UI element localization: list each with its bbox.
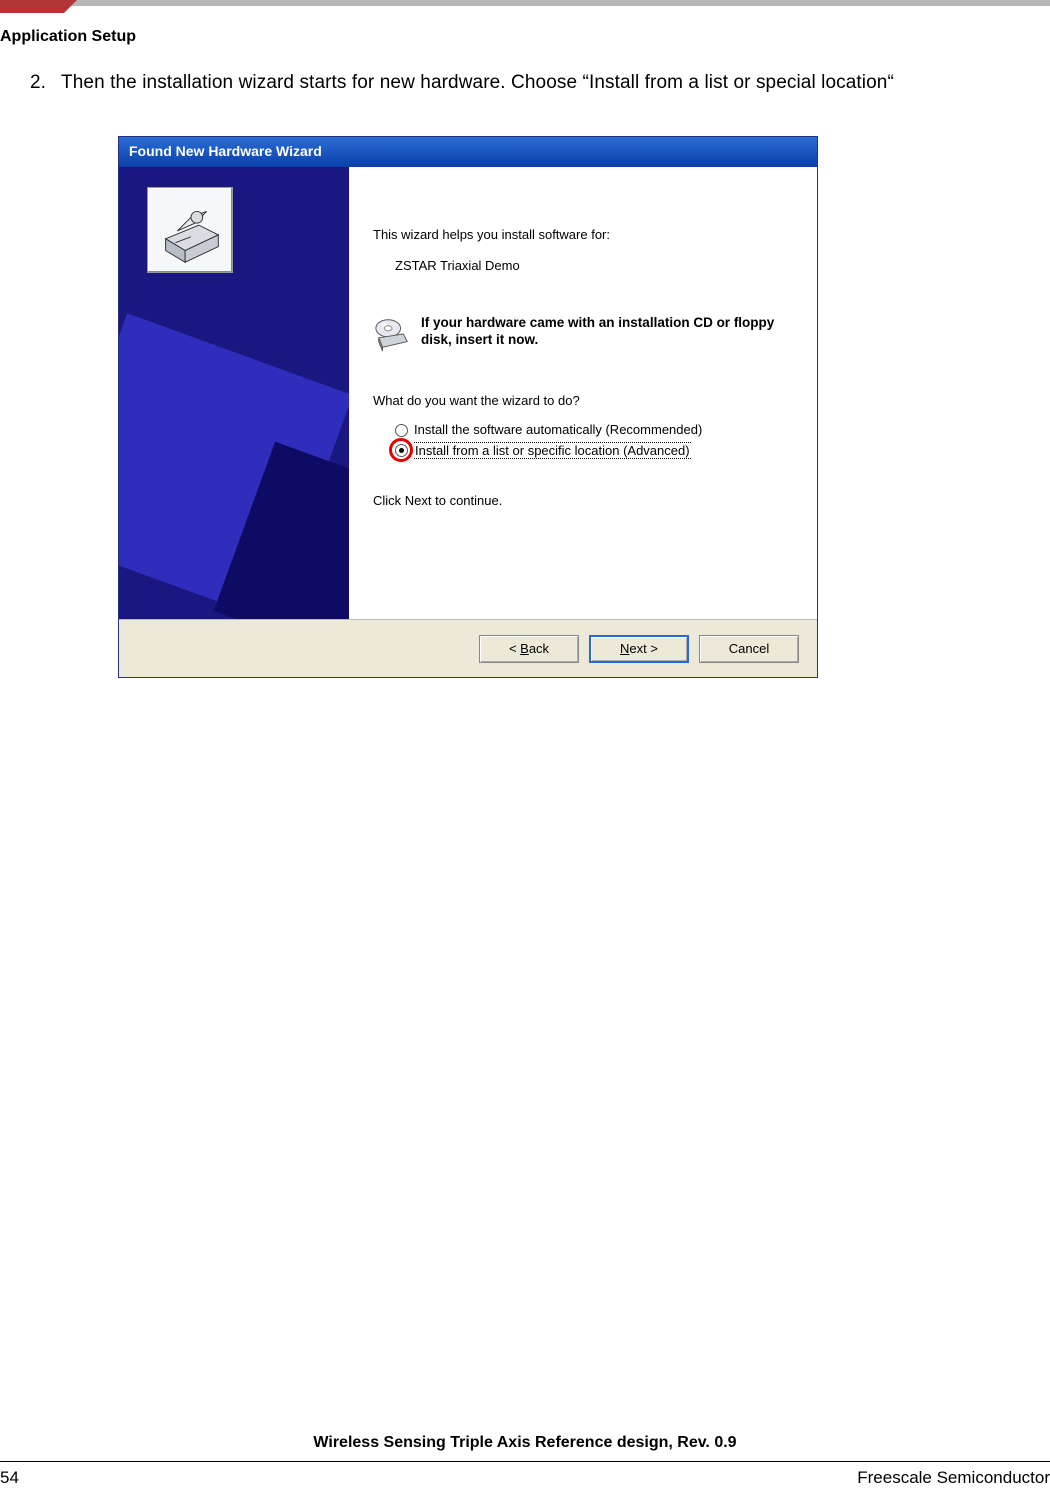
radio-unselected-icon bbox=[395, 424, 408, 437]
step-instruction: 2. Then the installation wizard starts f… bbox=[30, 72, 894, 94]
header-accent bbox=[0, 0, 64, 13]
footer-page-number: 54 bbox=[0, 1468, 19, 1488]
highlight-circle-icon bbox=[389, 438, 413, 462]
back-button[interactable]: < Back bbox=[479, 635, 579, 663]
footer-brand: Freescale Semiconductor bbox=[857, 1468, 1050, 1488]
option-label: Install from a list or specific location… bbox=[414, 442, 691, 459]
button-mnemonic: B bbox=[520, 641, 529, 656]
step-number: 2. bbox=[30, 72, 56, 94]
footer-separator bbox=[0, 1461, 1050, 1462]
next-button[interactable]: Next > bbox=[589, 635, 689, 663]
hardware-box-icon bbox=[147, 187, 233, 273]
button-suffix: ext > bbox=[629, 641, 658, 656]
wizard-question: What do you want the wizard to do? bbox=[373, 393, 793, 408]
wizard-options: Install the software automatically (Reco… bbox=[395, 422, 793, 459]
dialog-button-row: < Back Next > Cancel bbox=[119, 619, 817, 677]
cd-floppy-icon bbox=[373, 315, 411, 353]
dialog-titlebar[interactable]: Found New Hardware Wizard bbox=[119, 137, 817, 167]
dialog-content: This wizard helps you install software f… bbox=[349, 167, 817, 619]
dialog-body: This wizard helps you install software f… bbox=[119, 167, 817, 619]
footer-doc-title: Wireless Sensing Triple Axis Reference d… bbox=[0, 1434, 1050, 1452]
continue-hint: Click Next to continue. bbox=[373, 493, 793, 508]
section-title: Application Setup bbox=[0, 28, 136, 46]
step-text: Then the installation wizard starts for … bbox=[61, 72, 894, 93]
header-separator bbox=[0, 0, 1050, 6]
button-mnemonic: N bbox=[620, 641, 629, 656]
wizard-intro-text: This wizard helps you install software f… bbox=[373, 227, 793, 242]
cd-notice-text: If your hardware came with an installati… bbox=[421, 315, 793, 349]
option-label: Install the software automatically (Reco… bbox=[414, 422, 702, 438]
wizard-dialog: Found New Hardware Wizard Th bbox=[118, 136, 818, 678]
button-prefix: < bbox=[509, 641, 520, 656]
option-install-from-list[interactable]: Install from a list or specific location… bbox=[395, 442, 793, 459]
option-install-auto[interactable]: Install the software automatically (Reco… bbox=[395, 422, 793, 438]
device-name: ZSTAR Triaxial Demo bbox=[395, 258, 793, 273]
wizard-side-graphic bbox=[119, 167, 349, 619]
cancel-button[interactable]: Cancel bbox=[699, 635, 799, 663]
button-suffix: ack bbox=[529, 641, 549, 656]
